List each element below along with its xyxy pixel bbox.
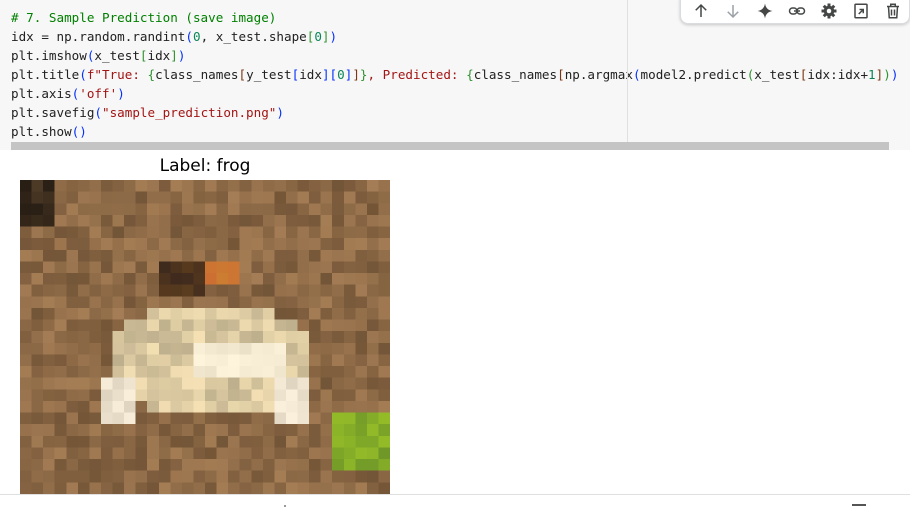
code-line[interactable]: plt.imshow(x_test[idx]) [11, 46, 898, 65]
code-token: 0 [337, 67, 345, 82]
code-token: np.argmax [564, 67, 633, 82]
code-token: ( [79, 67, 87, 82]
code-token: plt.imshow [11, 48, 87, 63]
divider [0, 494, 910, 495]
code-token: 0 [314, 29, 322, 44]
code-token: idx [147, 48, 171, 63]
code-token: ] [352, 67, 360, 82]
frog-image [20, 180, 390, 494]
code-token: ] [170, 48, 178, 63]
scroll-handle[interactable] [852, 504, 866, 506]
code-token: [ [329, 67, 338, 82]
code-token: model2.predict [640, 67, 747, 82]
code-token: plt.savefig [11, 105, 95, 120]
code-token: plt.show [11, 124, 72, 139]
code-editor[interactable]: # 7. Sample Prediction (save image) idx =… [11, 8, 898, 141]
code-token: 1 [868, 67, 876, 82]
code-token: { [147, 67, 156, 82]
move-cell-up-button[interactable] [685, 0, 717, 23]
code-line[interactable]: idx = np.random.randint(0, x_test.shape[… [11, 27, 898, 46]
code-token: ] [321, 67, 330, 82]
code-token: ) [890, 67, 899, 82]
code-token: ) [177, 48, 186, 63]
code-token: ) [883, 67, 891, 82]
code-token: [ [238, 67, 247, 82]
cell-toolbar [680, 0, 910, 24]
horizontal-scrollbar[interactable] [11, 142, 889, 150]
code-token: } [359, 67, 368, 82]
code-token: class_names [155, 67, 239, 82]
code-token: { [466, 67, 474, 82]
code-token: y_test [246, 67, 292, 82]
code-token: , x_test.shape [200, 29, 307, 44]
code-token: ) [276, 105, 284, 120]
code-token: idx = np.random.randint [11, 29, 186, 44]
column-ruler [627, 0, 628, 150]
code-token: [ [557, 67, 565, 82]
move-cell-down-button[interactable] [717, 0, 749, 23]
cell-settings-button[interactable] [813, 0, 845, 23]
code-token: ] [321, 29, 330, 44]
code-token: class_names [473, 67, 558, 82]
code-line[interactable]: plt.axis('off') [11, 84, 898, 103]
code-token: 'off' [79, 86, 118, 101]
code-token: # 7. Sample Prediction (save image) [11, 10, 277, 25]
mirror-cell-icon [854, 3, 868, 19]
gear-icon [821, 3, 837, 19]
open-in-tab-button[interactable] [845, 0, 877, 23]
code-token: ) [329, 29, 338, 44]
cursor-marker [284, 505, 286, 507]
code-token: f"True: [86, 67, 148, 82]
gemini-button[interactable] [749, 0, 781, 23]
code-token: [ [139, 48, 148, 63]
link-to-cell-button[interactable] [781, 0, 813, 23]
code-token: plt.title [11, 67, 80, 82]
code-token: ( [94, 105, 102, 120]
code-token: idx:idx+ [807, 67, 869, 82]
arrow-down-icon [727, 5, 739, 19]
code-token: ( [632, 67, 641, 82]
code-token: () [71, 124, 87, 139]
code-token: , Predicted: [367, 67, 467, 82]
code-token: x_test [754, 67, 800, 82]
delete-cell-button[interactable] [877, 0, 909, 23]
code-token: ( [185, 29, 193, 44]
sparkle-icon [757, 3, 773, 19]
code-token: idx [299, 67, 322, 82]
code-token: 0 [192, 29, 201, 44]
link-icon [788, 7, 806, 15]
code-line[interactable]: plt.show() [11, 122, 898, 141]
code-line[interactable]: plt.title(f"True: {class_names[y_test[id… [11, 65, 898, 84]
arrow-up-icon [695, 3, 707, 17]
code-token: ) [117, 86, 125, 101]
trash-icon [887, 3, 899, 19]
plot-title: Label: frog [159, 156, 251, 176]
code-token: plt.axis [11, 86, 72, 101]
code-line[interactable]: plt.savefig("sample_prediction.png") [11, 103, 898, 122]
code-token: x_test [94, 48, 140, 63]
code-token: "sample_prediction.png" [102, 105, 277, 120]
